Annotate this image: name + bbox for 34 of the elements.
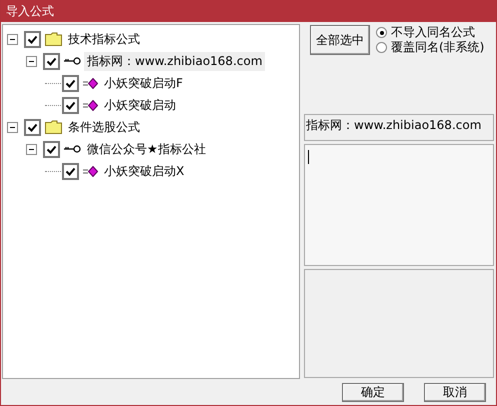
radio-button[interactable] [376, 27, 387, 38]
checkbox[interactable] [43, 52, 60, 70]
select-all-button[interactable]: 全部选中 [310, 25, 370, 55]
tree-item[interactable]: 小妖突破启动F [101, 74, 186, 92]
checkbox[interactable] [62, 74, 79, 92]
folder-icon [45, 120, 62, 134]
checkbox[interactable] [43, 140, 60, 158]
folder-icon [45, 32, 62, 46]
radio-button[interactable] [376, 42, 387, 53]
tree-item[interactable]: 技术指标公式 [65, 30, 143, 48]
collapse-icon[interactable] [26, 144, 37, 154]
diamond-icon [83, 100, 98, 110]
window-title: 导入公式 [6, 2, 54, 20]
tree-item[interactable]: 条件选股公式 [65, 118, 143, 136]
collapse-icon[interactable] [7, 34, 18, 44]
dialog-button[interactable]: 确定 [342, 382, 404, 402]
checkbox[interactable] [62, 162, 79, 180]
info-text: 指标网：www.zhibiao168.com [306, 118, 482, 132]
diamond-icon [83, 166, 98, 176]
key-icon [64, 145, 81, 153]
checkbox[interactable] [24, 118, 41, 136]
tree-item[interactable]: 小妖突破启动X [101, 162, 188, 180]
collapse-icon[interactable] [7, 122, 18, 132]
tree-item[interactable]: 小妖突破启动 [101, 96, 179, 114]
diamond-icon [83, 78, 98, 88]
checkbox[interactable] [62, 96, 79, 114]
dialog-button[interactable]: 取消 [424, 382, 486, 402]
checkbox[interactable] [24, 30, 41, 48]
option-label[interactable]: 覆盖同名(非系统) [391, 39, 484, 56]
option-label[interactable]: 不导入同名公式 [391, 24, 475, 41]
collapse-icon[interactable] [26, 56, 37, 66]
key-icon [64, 57, 81, 65]
tree-item[interactable]: 指标网：www.zhibiao168.com [84, 52, 266, 70]
tree-item[interactable]: 微信公众号★指标公社 [84, 140, 209, 158]
